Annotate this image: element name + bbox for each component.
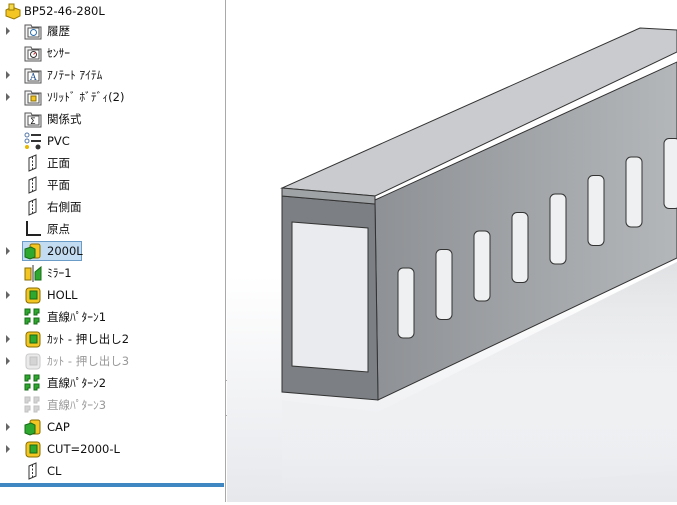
svg-text:Σ: Σ (30, 117, 36, 127)
plane-icon (24, 154, 42, 172)
expand-arrow-icon[interactable] (6, 27, 10, 35)
tree-item-label: CL (47, 464, 62, 478)
tree-item[interactable]: CL (0, 460, 226, 482)
plane-icon (24, 462, 42, 480)
tree-item[interactable]: 履歴 (0, 20, 226, 42)
root-label: BP52-46-280L (24, 4, 105, 18)
history-folder-icon (24, 22, 42, 40)
part-icon (5, 3, 21, 20)
tree-item[interactable]: ｶｯﾄ - 押し出し3 (0, 350, 226, 372)
expand-arrow-icon[interactable] (6, 423, 10, 431)
graphics-viewport[interactable] (227, 0, 677, 502)
tree-item[interactable]: 正面 (0, 152, 226, 174)
tree-item-label: ｱﾉﾃｰﾄ ｱｲﾃﾑ (47, 68, 103, 82)
extrude-icon (24, 418, 42, 436)
duct-slot (625, 156, 643, 228)
tree-item[interactable]: CAP (0, 416, 226, 438)
tree-item-label: 直線ﾊﾟﾀｰﾝ3 (47, 398, 107, 412)
tree-item-label: ｿﾘｯﾄﾞ ﾎﾞﾃﾞｨ(2) (47, 90, 125, 104)
tree-item[interactable]: PVC (0, 130, 226, 152)
tree-item-label: 履歴 (47, 24, 70, 38)
tree-item[interactable]: ｶｯﾄ - 押し出し2 (0, 328, 226, 350)
material-icon (24, 132, 42, 150)
tree-item[interactable]: 直線ﾊﾟﾀｰﾝ3 (0, 394, 226, 416)
duct-slot (511, 212, 529, 283)
tree-item[interactable]: ｿﾘｯﾄﾞ ﾎﾞﾃﾞｨ(2) (0, 86, 226, 108)
sensor-folder-icon (24, 44, 42, 62)
tree-item-label: 平面 (47, 178, 70, 192)
tree-root[interactable]: BP52-46-280L (0, 0, 226, 22)
tree-item-label: HOLL (47, 288, 78, 302)
cut-extrude-icon (24, 352, 42, 370)
duct-slot (473, 230, 491, 302)
expand-arrow-icon[interactable] (6, 93, 10, 101)
tree-item-label: ﾐﾗｰ1 (47, 266, 72, 280)
plane-icon (24, 198, 42, 216)
tree-item-label: 2000L (47, 244, 83, 258)
tree-item[interactable]: 平面 (0, 174, 226, 196)
expand-arrow-icon[interactable] (6, 335, 10, 343)
tree-item-label: 関係式 (47, 112, 82, 126)
tree-item[interactable]: HOLL (0, 284, 226, 306)
cut-extrude-icon (24, 286, 42, 304)
tree-item[interactable]: 原点 (0, 218, 226, 240)
expand-arrow-icon[interactable] (6, 247, 10, 255)
mirror-icon (24, 264, 42, 282)
annotation-folder-icon: A (24, 66, 42, 84)
duct-slot (663, 138, 677, 209)
origin-icon (24, 220, 42, 238)
tree-item[interactable]: 直線ﾊﾟﾀｰﾝ1 (0, 306, 226, 328)
tree-item-label: ｶｯﾄ - 押し出し2 (47, 332, 130, 346)
tree-item[interactable]: Σ 関係式 (0, 108, 226, 130)
tree-item-label: 右側面 (47, 200, 82, 214)
rollback-bar[interactable] (0, 483, 224, 487)
expand-arrow-icon[interactable] (6, 71, 10, 79)
linear-pattern-icon (24, 396, 42, 414)
linear-pattern-icon (24, 374, 42, 392)
tree-item-label: 正面 (47, 156, 70, 170)
feature-manager-tree: BP52-46-280L 履歴 ｾﾝｻｰ A ｱﾉﾃｰﾄ ｱｲﾃﾑ ｿﾘｯﾄﾞ ﾎﾞﾃﾞ… (0, 0, 226, 502)
tree-item[interactable]: A ｱﾉﾃｰﾄ ｱｲﾃﾑ (0, 64, 226, 86)
tree-item-label: 原点 (47, 222, 70, 236)
extrude-icon (24, 242, 42, 260)
tree-item[interactable]: 直線ﾊﾟﾀｰﾝ2 (0, 372, 226, 394)
expand-arrow-icon[interactable] (6, 445, 10, 453)
duct-slot (549, 193, 567, 265)
duct-slot (587, 175, 605, 246)
svg-text:A: A (29, 73, 37, 83)
equations-folder-icon: Σ (24, 110, 42, 128)
tree-item-label: ｾﾝｻｰ (47, 46, 70, 60)
tree-item-label: 直線ﾊﾟﾀｰﾝ2 (47, 376, 107, 390)
expand-arrow-icon[interactable] (6, 291, 10, 299)
tree-item-label: CUT=2000-L (47, 442, 120, 456)
tree-item[interactable]: CUT=2000-L (0, 438, 226, 460)
tree-item[interactable]: 2000L (0, 240, 226, 262)
tree-item-label: 直線ﾊﾟﾀｰﾝ1 (47, 310, 107, 324)
tree-item[interactable]: ｾﾝｻｰ (0, 42, 226, 64)
expand-arrow-icon[interactable] (6, 357, 10, 365)
tree-item[interactable]: ﾐﾗｰ1 (0, 262, 226, 284)
tree-item-label: ｶｯﾄ - 押し出し3 (47, 354, 130, 368)
cable-duct-model (280, 27, 677, 500)
duct-slot (397, 267, 415, 339)
plane-icon (24, 176, 42, 194)
tree-item-label: PVC (47, 134, 70, 148)
cut-extrude-icon (24, 440, 42, 458)
tree-item[interactable]: 右側面 (0, 196, 226, 218)
cut-extrude-icon (24, 330, 42, 348)
linear-pattern-icon (24, 308, 42, 326)
duct-slot (435, 249, 453, 320)
solid-bodies-folder-icon (24, 88, 42, 106)
tree-item-label: CAP (47, 420, 70, 434)
